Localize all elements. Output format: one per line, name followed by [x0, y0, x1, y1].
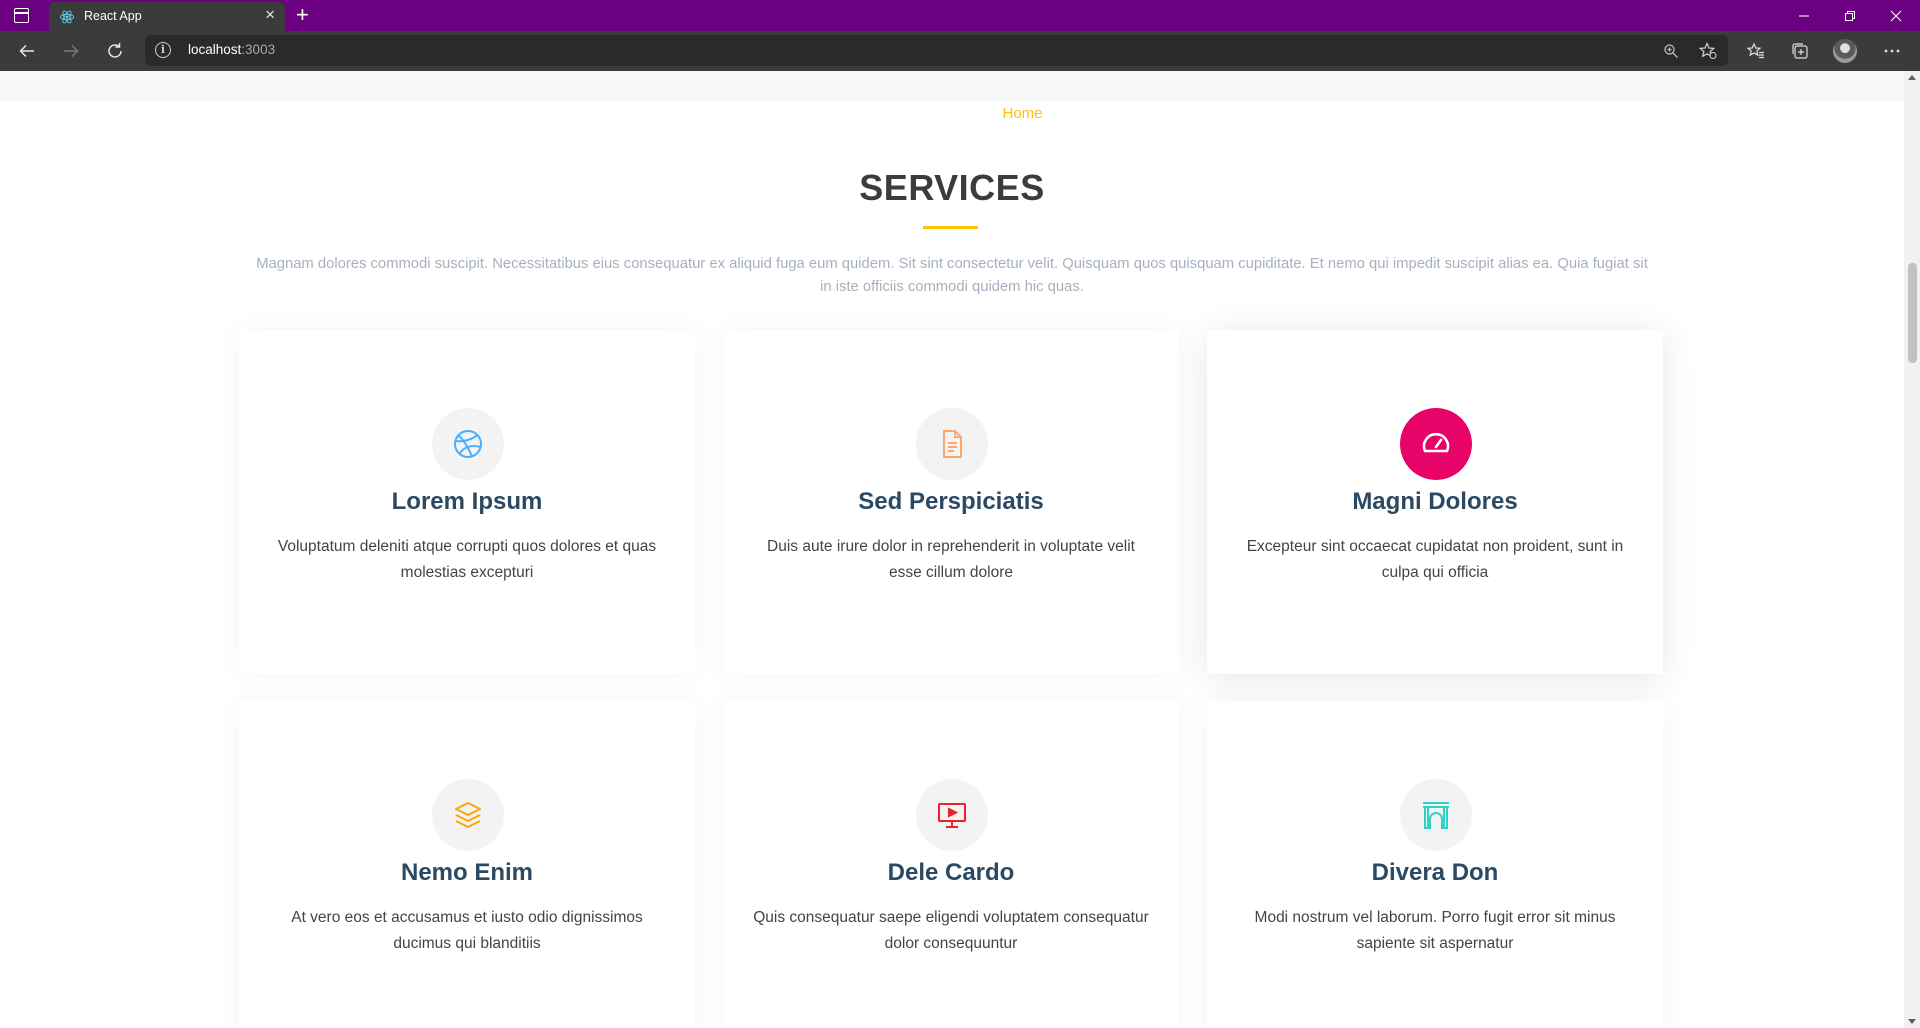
speedometer-icon [1422, 432, 1450, 453]
scrollbar-thumb[interactable] [1908, 263, 1917, 363]
service-title[interactable]: Sed Perspiciatis [723, 488, 1179, 516]
arch-icon [1423, 802, 1449, 829]
service-card-nemo-enim[interactable]: Nemo Enim At vero eos et accusamus et iu… [239, 701, 695, 1028]
add-favorite-icon[interactable] [1698, 41, 1718, 61]
service-title[interactable]: Divera Don [1207, 859, 1663, 887]
profile-avatar[interactable] [1833, 39, 1857, 63]
browser-toolbar: i localhost:3003 [0, 31, 1920, 71]
tab-actions-icon[interactable] [14, 8, 29, 23]
service-description: Quis consequatur saepe eligendi voluptat… [753, 909, 1149, 952]
service-icon-wrap [1400, 779, 1472, 851]
scroll-down-arrow-icon[interactable] [1908, 1019, 1916, 1024]
presentation-icon [938, 803, 966, 828]
section-title: SERVICES [859, 167, 1045, 208]
service-description: Voluptatum deleniti atque corrupti quos … [277, 538, 657, 581]
minimize-icon[interactable] [1781, 0, 1827, 31]
scroll-up-arrow-icon[interactable] [1908, 75, 1916, 80]
service-icon-wrap [432, 779, 504, 851]
service-icon-wrap [432, 408, 504, 480]
tab-title: React App [84, 9, 142, 23]
service-title[interactable]: Magni Dolores [1207, 488, 1663, 516]
refresh-icon[interactable] [103, 39, 127, 63]
close-window-icon[interactable] [1873, 0, 1919, 31]
service-title[interactable]: Dele Cardo [723, 859, 1179, 887]
breadcrumbs-bar [0, 71, 1904, 101]
service-icon-wrap [916, 408, 988, 480]
page-viewport: Home SERVICES Magnam dolores commodi sus… [0, 71, 1904, 1028]
browser-titlebar: React App × + [0, 0, 1920, 31]
service-description: Duis aute irure dolor in reprehenderit i… [767, 538, 1135, 581]
service-title[interactable]: Nemo Enim [239, 859, 695, 887]
restore-icon[interactable] [1827, 0, 1873, 31]
service-card-divera-don[interactable]: Divera Don Modi nostrum vel laborum. Por… [1207, 701, 1663, 1028]
page-scrollbar[interactable] [1904, 71, 1920, 1028]
service-card-sed-perspiciatis[interactable]: Sed Perspiciatis Duis aute irure dolor i… [723, 330, 1179, 674]
url-port: :3003 [241, 42, 276, 57]
service-description: Modi nostrum vel laborum. Porro fugit er… [1254, 909, 1616, 952]
section-description: Magnam dolores commodi suscipit. Necessi… [256, 256, 1648, 295]
new-tab-button[interactable]: + [296, 2, 309, 28]
layers-icon [455, 802, 481, 828]
more-icon[interactable] [1880, 39, 1904, 63]
react-logo-icon [59, 10, 75, 24]
back-icon[interactable] [15, 39, 39, 63]
address-bar[interactable]: i localhost:3003 [145, 35, 1728, 66]
service-card-dele-cardo[interactable]: Dele Cardo Quis consequatur saepe eligen… [723, 701, 1179, 1028]
service-description: Excepteur sint occaecat cupidatat non pr… [1246, 538, 1624, 581]
zoom-icon[interactable] [1661, 41, 1681, 61]
title-underline [923, 226, 978, 229]
service-icon-wrap [916, 779, 988, 851]
dribbble-icon [454, 430, 482, 458]
url-text[interactable]: localhost:3003 [188, 42, 275, 57]
service-description: At vero eos et accusamus et iusto odio d… [291, 909, 643, 952]
collections-icon[interactable] [1788, 39, 1812, 63]
favorites-icon[interactable] [1744, 39, 1768, 63]
service-card-magni-dolores[interactable]: Magni Dolores Excepteur sint occaecat cu… [1207, 330, 1663, 674]
browser-tab[interactable]: React App × [49, 2, 285, 31]
tab-close-icon[interactable]: × [265, 5, 275, 25]
service-icon-wrap [1400, 408, 1472, 480]
forward-icon[interactable] [59, 39, 83, 63]
site-info-icon[interactable]: i [155, 42, 171, 58]
service-title[interactable]: Lorem Ipsum [239, 488, 695, 516]
url-host: localhost [188, 42, 242, 57]
breadcrumb-home-link[interactable]: Home [0, 105, 1904, 122]
file-icon [943, 430, 962, 458]
service-card-lorem-ipsum[interactable]: Lorem Ipsum Voluptatum deleniti atque co… [239, 330, 695, 674]
